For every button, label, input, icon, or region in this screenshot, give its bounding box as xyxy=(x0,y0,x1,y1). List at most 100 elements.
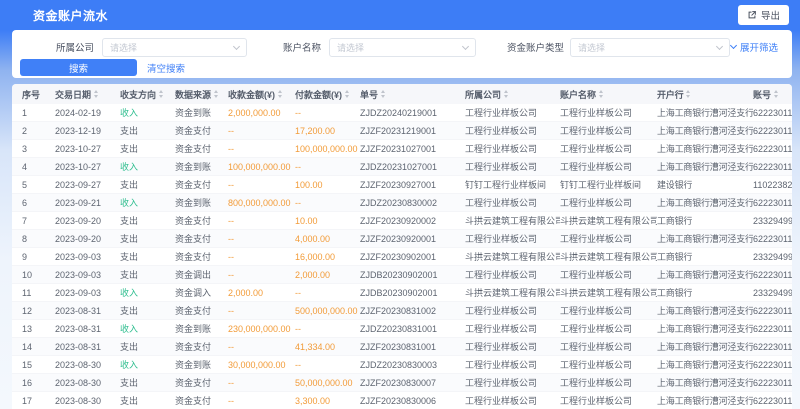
column-header-source[interactable]: 数据来源 xyxy=(175,88,228,101)
cell-bank: 上海工商银行漕河泾支行 xyxy=(657,106,753,119)
column-header-receive-amount[interactable]: 收款金额(¥) xyxy=(228,88,295,101)
sort-icon xyxy=(599,90,603,98)
search-button[interactable]: 搜索 xyxy=(20,59,137,76)
cell-index: 16 xyxy=(22,378,55,388)
column-header-account-name[interactable]: 账户名称 xyxy=(560,88,657,101)
cell-direction: 支出 xyxy=(120,376,175,389)
table-row[interactable]: 2 2023-12-19 支出 资金支付 -- 17,200.00 ZJZF20… xyxy=(12,122,792,140)
chevron-down-icon xyxy=(716,42,723,49)
expand-filters-label: 展开筛选 xyxy=(740,40,778,54)
cell-date: 2023-08-30 xyxy=(55,360,120,370)
cell-date: 2023-09-20 xyxy=(55,216,120,226)
cell-order-no: ZJZF20231219001 xyxy=(360,126,465,136)
column-header-pay-amount[interactable]: 付款金额(¥) xyxy=(295,88,360,101)
table-row[interactable]: 8 2023-09-20 支出 资金支付 -- 4,000.00 ZJZF202… xyxy=(12,230,792,248)
cell-direction: 支出 xyxy=(120,124,175,137)
filter-account-type-select[interactable]: 请选择 xyxy=(570,38,730,57)
cell-index: 3 xyxy=(22,144,55,154)
cell-source: 资金到账 xyxy=(175,160,228,173)
table-row[interactable]: 16 2023-08-30 支出 资金支付 -- 50,000,000.00 Z… xyxy=(12,374,792,392)
cell-bank: 上海工商银行漕河泾支行 xyxy=(657,394,753,407)
chevron-down-icon xyxy=(462,42,469,49)
cell-order-no: ZJZF20230831001 xyxy=(360,342,465,352)
cell-account-no: 622230111 xyxy=(753,378,792,388)
cell-account-no: 622230111 xyxy=(753,108,792,118)
table-row[interactable]: 1 2024-02-19 收入 资金到账 2,000,000.00 -- ZJD… xyxy=(12,104,792,122)
table-row[interactable]: 7 2023-09-20 支出 资金支付 -- 10.00 ZJZF202309… xyxy=(12,212,792,230)
cell-order-no: ZJZF20230927001 xyxy=(360,180,465,190)
cell-direction: 支出 xyxy=(120,394,175,407)
cell-company: 斗拱云建筑工程有限公司 xyxy=(465,214,560,227)
column-header-bank[interactable]: 开户行 xyxy=(657,88,753,101)
column-header-order-no[interactable]: 单号 xyxy=(360,88,465,101)
cell-direction: 支出 xyxy=(120,232,175,245)
table-header: 序号 交易日期 收支方向 数据来源 收款金额(¥) 付款金额(¥) 单号 所属公… xyxy=(12,84,792,104)
cell-account-name: 工程行业样板公司 xyxy=(560,106,657,119)
cell-direction: 收入 xyxy=(120,160,175,173)
cell-bank: 上海工商银行漕河泾支行 xyxy=(657,142,753,155)
cell-order-no: ZJDZ20230830003 xyxy=(360,360,465,370)
cell-source: 资金支付 xyxy=(175,232,228,245)
cell-pay-amount: 50,000,000.00 xyxy=(295,378,360,388)
cell-company: 工程行业样板公司 xyxy=(465,196,560,209)
filter-account-name-select[interactable]: 请选择 xyxy=(329,38,476,57)
table-row[interactable]: 4 2023-10-27 收入 资金到账 100,000,000.00 -- Z… xyxy=(12,158,792,176)
cell-date: 2023-09-03 xyxy=(55,288,120,298)
table-row[interactable]: 10 2023-09-03 支出 资金调出 -- 2,000.00 ZJDB20… xyxy=(12,266,792,284)
cell-bank: 上海工商银行漕河泾支行 xyxy=(657,340,753,353)
cell-receive-amount: -- xyxy=(228,126,295,136)
clear-search-link[interactable]: 清空搜索 xyxy=(147,61,185,75)
export-button[interactable]: 导出 xyxy=(738,5,789,25)
cell-account-no: 622230111 xyxy=(753,144,792,154)
export-icon xyxy=(747,10,757,20)
table-row[interactable]: 9 2023-09-03 支出 资金支付 -- 16,000.00 ZJZF20… xyxy=(12,248,792,266)
cell-date: 2023-08-31 xyxy=(55,342,120,352)
table-row[interactable]: 15 2023-08-30 收入 资金到账 30,000,000.00 -- Z… xyxy=(12,356,792,374)
cell-company: 工程行业样板公司 xyxy=(465,124,560,137)
cell-receive-amount: 2,000.00 xyxy=(228,288,295,298)
filter-company-placeholder: 请选择 xyxy=(110,41,137,54)
table-row[interactable]: 5 2023-09-27 支出 资金支付 -- 100.00 ZJZF20230… xyxy=(12,176,792,194)
cell-account-name: 工程行业样板公司 xyxy=(560,394,657,407)
cell-receive-amount: -- xyxy=(228,396,295,406)
cell-receive-amount: -- xyxy=(228,342,295,352)
table-row[interactable]: 6 2023-09-21 收入 资金到账 800,000,000.00 -- Z… xyxy=(12,194,792,212)
table-row[interactable]: 14 2023-08-31 支出 资金支付 -- 41,334.00 ZJZF2… xyxy=(12,338,792,356)
cell-company: 工程行业样板公司 xyxy=(465,394,560,407)
filter-panel: 所属公司 请选择 账户名称 请选择 资金账户类型 请选择 展开筛选 搜索 xyxy=(12,30,792,78)
cell-pay-amount: 100,000,000.00 xyxy=(295,144,360,154)
table-row[interactable]: 13 2023-08-31 收入 资金到账 230,000,000.00 -- … xyxy=(12,320,792,338)
cell-index: 8 xyxy=(22,234,55,244)
cell-index: 5 xyxy=(22,180,55,190)
cell-pay-amount: -- xyxy=(295,198,360,208)
table-row[interactable]: 12 2023-08-31 支出 资金支付 -- 500,000,000.00 … xyxy=(12,302,792,320)
cell-source: 资金支付 xyxy=(175,250,228,263)
column-header-date[interactable]: 交易日期 xyxy=(55,88,120,101)
cell-pay-amount: 500,000,000.00 xyxy=(295,306,360,316)
cell-receive-amount: -- xyxy=(228,216,295,226)
cell-pay-amount: 17,200.00 xyxy=(295,126,360,136)
cell-pay-amount: -- xyxy=(295,360,360,370)
cell-account-name: 斗拱云建筑工程有限公司 xyxy=(560,214,657,227)
table-row[interactable]: 17 2023-08-30 支出 资金支付 -- 3,300.00 ZJZF20… xyxy=(12,392,792,409)
cell-pay-amount: -- xyxy=(295,162,360,172)
column-header-direction[interactable]: 收支方向 xyxy=(120,88,175,101)
column-header-company[interactable]: 所属公司 xyxy=(465,88,560,101)
cell-bank: 工商银行 xyxy=(657,286,753,299)
cell-index: 2 xyxy=(22,126,55,136)
filter-account-name-label: 账户名称 xyxy=(281,40,321,54)
cell-pay-amount: 3,300.00 xyxy=(295,396,360,406)
cell-bank: 建设银行 xyxy=(657,178,753,191)
filter-company-select[interactable]: 请选择 xyxy=(102,38,247,57)
column-header-account-no[interactable]: 账号 xyxy=(753,88,792,101)
cell-bank: 工商银行 xyxy=(657,250,753,263)
cell-date: 2023-10-27 xyxy=(55,162,120,172)
cell-direction: 收入 xyxy=(120,196,175,209)
table-row[interactable]: 3 2023-10-27 支出 资金支付 -- 100,000,000.00 Z… xyxy=(12,140,792,158)
table-row[interactable]: 11 2023-09-03 收入 资金调入 2,000.00 -- ZJDB20… xyxy=(12,284,792,302)
cell-account-name: 工程行业样板公司 xyxy=(560,376,657,389)
filter-buttons-row: 搜索 清空搜索 xyxy=(12,59,792,76)
cell-account-no: 622230111 xyxy=(753,306,792,316)
expand-filters-link[interactable]: 展开筛选 xyxy=(731,40,778,54)
cell-order-no: ZJDB20230902001 xyxy=(360,270,465,280)
